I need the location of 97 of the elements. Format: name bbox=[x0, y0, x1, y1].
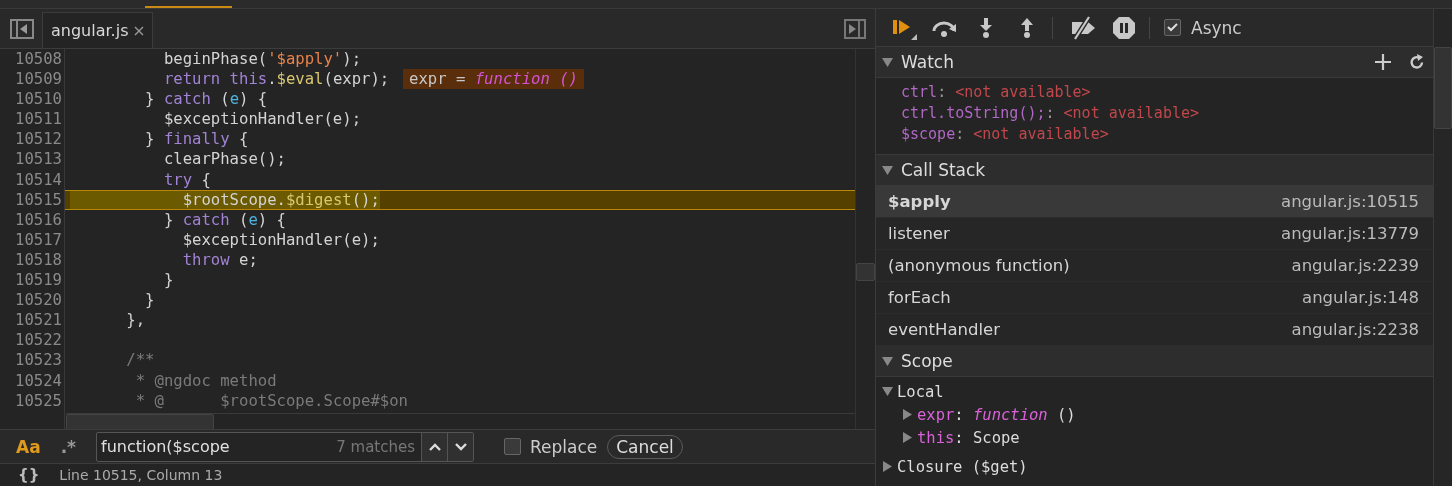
source-location[interactable]: angular.js:10515 bbox=[1281, 192, 1419, 211]
section-title: Watch bbox=[901, 52, 954, 72]
match-case-toggle[interactable]: Aa bbox=[12, 434, 45, 459]
scrollbar-thumb[interactable] bbox=[1434, 47, 1452, 129]
source-location[interactable]: angular.js:2239 bbox=[1291, 256, 1419, 275]
line-number: 10524 bbox=[14, 370, 63, 391]
call-stack-frame[interactable]: $apply angular.js:10515 bbox=[876, 186, 1433, 218]
watch-expression: ctrl: <not available> bbox=[901, 82, 1092, 103]
scrollbar[interactable] bbox=[1433, 9, 1452, 486]
code-line: } catch (e) { bbox=[144, 89, 268, 110]
replace-checkbox[interactable] bbox=[504, 438, 521, 455]
line-number: 10509 bbox=[14, 69, 63, 90]
code-line: return this.$eval(expr); bbox=[162, 69, 390, 90]
expanded-triangle-icon[interactable] bbox=[882, 355, 893, 367]
match-count: 7 matches bbox=[336, 437, 416, 456]
function-name: (anonymous function) bbox=[888, 256, 1070, 275]
line-number: 10518 bbox=[14, 249, 63, 271]
code-line: }, bbox=[125, 310, 146, 331]
scope-property[interactable]: this: Scope bbox=[917, 428, 1020, 447]
source-location[interactable]: angular.js:148 bbox=[1302, 288, 1419, 307]
expanded-triangle-icon[interactable] bbox=[882, 386, 893, 397]
code-line: clearPhase(); bbox=[162, 149, 286, 170]
line-number: 10522 bbox=[14, 330, 63, 351]
section-title: Call Stack bbox=[901, 160, 986, 180]
line-number: 10515 bbox=[14, 189, 63, 210]
line-number: 10520 bbox=[14, 290, 63, 311]
line-number: 10512 bbox=[14, 129, 63, 150]
scrollbar-thumb[interactable] bbox=[856, 263, 875, 281]
source-location[interactable]: angular.js:13779 bbox=[1281, 224, 1419, 243]
line-number: 10521 bbox=[14, 310, 63, 331]
close-icon[interactable] bbox=[134, 25, 145, 36]
expanded-triangle-icon[interactable] bbox=[882, 164, 893, 176]
line-number: 10510 bbox=[14, 89, 63, 110]
section-title: Scope bbox=[901, 351, 953, 371]
current-line-highlight: $rootScope.$digest(); bbox=[65, 189, 855, 210]
code-line: } catch (e) { bbox=[162, 209, 286, 230]
line-number: 10511 bbox=[14, 109, 63, 130]
regex-toggle[interactable]: .* bbox=[56, 434, 80, 459]
line-number: 10523 bbox=[14, 350, 63, 371]
inline-value: expr = function () bbox=[403, 69, 584, 90]
pretty-print-button[interactable]: {} bbox=[18, 467, 40, 483]
replace-label: Replace bbox=[530, 436, 598, 457]
cursor-position: Line 10515, Column 13 bbox=[59, 467, 223, 483]
code-line: try { bbox=[162, 169, 211, 190]
scrollbar[interactable] bbox=[855, 49, 875, 429]
search-box[interactable]: function($scope 7 matches bbox=[96, 431, 474, 462]
line-number: 10513 bbox=[14, 149, 63, 170]
pause-octagon-icon bbox=[1112, 15, 1136, 40]
search-field[interactable]: function($scope bbox=[97, 434, 337, 459]
refresh-icon[interactable] bbox=[1409, 54, 1425, 70]
watch-expression: $scope: <not available> bbox=[901, 124, 1110, 145]
crossed-breakpoint-icon bbox=[1069, 15, 1097, 40]
line-number: 10519 bbox=[14, 270, 63, 291]
expanded-triangle-icon[interactable] bbox=[882, 56, 893, 68]
line-number: 10514 bbox=[14, 169, 63, 190]
section-header[interactable]: Call Stack bbox=[876, 155, 1433, 186]
code-line: beginPhase('$apply'); bbox=[162, 49, 362, 70]
code-line: } bbox=[162, 270, 174, 291]
line-number: 10516 bbox=[14, 209, 63, 230]
function-name: forEach bbox=[888, 288, 951, 307]
sidebar-toggle-icon[interactable] bbox=[10, 19, 34, 39]
scope-property[interactable]: expr: function () bbox=[917, 405, 1076, 424]
code-line: $exceptionHandler(e); bbox=[181, 229, 380, 250]
async-checkbox[interactable] bbox=[1164, 19, 1181, 36]
collapsed-triangle-icon[interactable] bbox=[882, 461, 893, 472]
chevron-down-icon bbox=[454, 442, 467, 451]
line-number: 10508 bbox=[14, 49, 63, 70]
cancel-button[interactable]: Cancel bbox=[607, 434, 683, 459]
async-label: Async bbox=[1191, 17, 1242, 38]
code-line: $exceptionHandler(e); bbox=[162, 109, 362, 130]
next-match-button[interactable] bbox=[447, 432, 473, 461]
section-header[interactable]: Scope bbox=[876, 346, 1433, 377]
code-line: * @ $rootScope.Scope#$on bbox=[134, 390, 408, 411]
chevron-up-icon bbox=[428, 442, 441, 451]
file-tab[interactable]: angular.js bbox=[42, 12, 154, 48]
source-location[interactable]: angular.js:2238 bbox=[1291, 320, 1419, 339]
previous-match-button[interactable] bbox=[421, 432, 447, 461]
line-number: 10517 bbox=[14, 229, 63, 250]
scope-name[interactable]: Closure ($get) bbox=[897, 457, 1028, 476]
collapsed-triangle-icon[interactable] bbox=[902, 432, 913, 443]
code-line: * @ngdoc method bbox=[134, 370, 277, 391]
watch-expression: ctrl.toString();: <not available> bbox=[901, 103, 1201, 124]
section-header[interactable]: Watch bbox=[876, 47, 1433, 78]
function-name: eventHandler bbox=[888, 320, 1000, 339]
line-number: 10525 bbox=[14, 390, 63, 411]
code-line: } bbox=[144, 290, 155, 311]
function-name: $apply bbox=[888, 192, 951, 211]
scrollbar-thumb[interactable] bbox=[66, 414, 214, 429]
sidebar-toggle-icon[interactable] bbox=[844, 19, 866, 39]
code-line: throw e; bbox=[181, 249, 258, 271]
checkmark-icon bbox=[1167, 23, 1178, 32]
collapsed-triangle-icon[interactable] bbox=[902, 409, 913, 420]
function-name: listener bbox=[888, 224, 950, 243]
add-icon[interactable] bbox=[1375, 54, 1391, 70]
scope-name[interactable]: Local bbox=[897, 382, 944, 401]
code-line: /** bbox=[125, 350, 155, 371]
code-line: } finally { bbox=[144, 129, 249, 150]
